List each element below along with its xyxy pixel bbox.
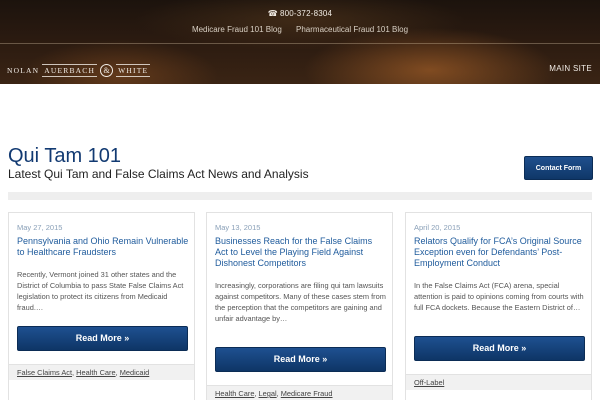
read-more-button[interactable]: Read More » <box>414 336 585 361</box>
post-headline[interactable]: Relators Qualify for FCA’s Original Sour… <box>414 236 586 269</box>
post-excerpt: In the False Claims Act (FCA) arena, spe… <box>414 281 584 312</box>
post-date: May 27, 2015 <box>17 223 63 232</box>
tag-link[interactable]: Medicare Fraud <box>281 389 333 398</box>
post-date: May 13, 2015 <box>215 223 261 232</box>
logo-text-auerbach: AUERBACH <box>42 63 98 77</box>
tag-link[interactable]: Off-Label <box>414 378 444 387</box>
tag-link[interactable]: Health Care <box>76 368 115 377</box>
contact-form-button[interactable]: Contact Form <box>524 156 593 180</box>
phone-number[interactable]: ☎ 800-372-8304 <box>0 9 600 18</box>
read-more-button[interactable]: Read More » <box>17 326 188 351</box>
pharma-blog-link[interactable]: Pharmaceutical Fraud 101 Blog <box>296 25 408 34</box>
blog-links: Medicare Fraud 101 Blog Pharmaceutical F… <box>0 25 600 34</box>
main-site-link[interactable]: MAIN SITE <box>549 64 592 73</box>
medicare-blog-link[interactable]: Medicare Fraud 101 Blog <box>192 25 282 34</box>
post-tags: Health Care, Legal, Medicare Fraud <box>207 385 392 400</box>
header-divider <box>0 43 600 44</box>
post-excerpt: Increasingly, corporations are filing qu… <box>215 281 386 323</box>
post-headline[interactable]: Pennsylvania and Ohio Remain Vulnerable … <box>17 236 189 258</box>
post-card-2: May 13, 2015 Businesses Reach for the Fa… <box>206 212 393 400</box>
post-headline[interactable]: Businesses Reach for the False Claims Ac… <box>215 236 387 269</box>
post-tags: False Claims Act, Health Care, Medicaid <box>9 364 194 380</box>
read-more-button[interactable]: Read More » <box>215 347 386 372</box>
post-card-1: May 27, 2015 Pennsylvania and Ohio Remai… <box>8 212 195 400</box>
post-excerpt: Recently, Vermont joined 31 other states… <box>17 270 184 312</box>
site-header: ☎ 800-372-8304 Medicare Fraud 101 Blog Ph… <box>0 0 600 84</box>
tag-link[interactable]: False Claims Act <box>17 368 72 377</box>
post-date: April 20, 2015 <box>414 223 461 232</box>
tag-link[interactable]: Legal <box>259 389 277 398</box>
page-title: Qui Tam 101 <box>8 145 122 167</box>
logo-text-white: WHITE <box>116 63 151 77</box>
post-tags: Off-Label <box>406 374 591 390</box>
logo-text-nolan: NOLAN <box>7 65 40 75</box>
section-divider <box>8 192 592 200</box>
phone-text: 800-372-8304 <box>279 9 333 18</box>
post-card-3: April 20, 2015 Relators Qualify for FCA’… <box>405 212 592 400</box>
tag-link[interactable]: Health Care <box>215 389 254 398</box>
site-logo[interactable]: NOLAN AUERBACH & WHITE <box>7 63 151 77</box>
logo-ampersand-icon: & <box>100 63 114 77</box>
page-subtitle: Latest Qui Tam and False Claims Act News… <box>8 167 309 181</box>
tag-link[interactable]: Medicaid <box>120 368 150 377</box>
phone-icon: ☎ <box>267 9 278 18</box>
